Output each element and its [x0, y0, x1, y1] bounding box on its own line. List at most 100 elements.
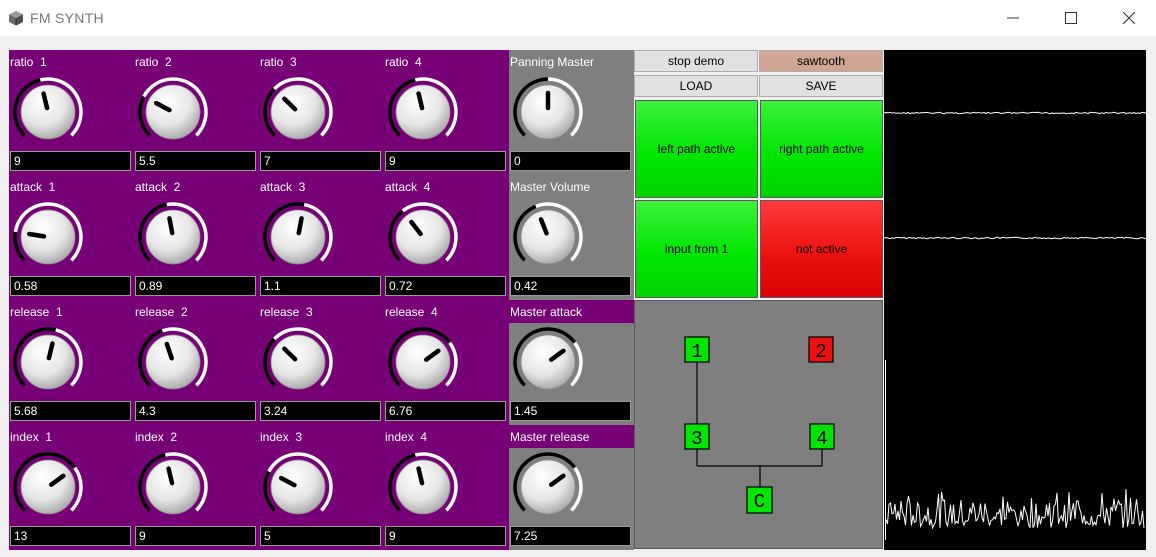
ratio-4-value-field[interactable]: 9 [385, 151, 506, 171]
master-release-label: Master release [510, 430, 590, 444]
routing-matrix: 1 2 3 4 C [634, 300, 883, 549]
ratio-3-knob[interactable] [262, 76, 334, 148]
release-2-knob[interactable] [137, 326, 209, 398]
release-4-control: release 4 6.76 [384, 300, 509, 425]
routing-diagram: 1 2 3 4 C [684, 336, 835, 514]
attack-3-control: attack 3 1.1 [259, 175, 384, 300]
index-4-value-field[interactable]: 9 [385, 526, 506, 546]
release-3-value-field[interactable]: 3.24 [260, 401, 381, 421]
ratio-1-control: ratio 1 9 [9, 50, 134, 175]
title-bar: FM SYNTH [0, 0, 1156, 36]
attack-2-knob[interactable] [137, 201, 209, 273]
release-1-label: release 1 [10, 305, 63, 319]
release-2-value-field[interactable]: 4.3 [135, 401, 256, 421]
index-4-knob[interactable] [387, 451, 459, 523]
load-button[interactable]: LOAD [634, 75, 758, 97]
maximize-button[interactable] [1042, 0, 1100, 36]
release-1-knob[interactable] [12, 326, 84, 398]
release-1-control: release 1 5.68 [9, 300, 134, 425]
index-1-value-field[interactable]: 13 [10, 526, 131, 546]
index-3-value-field[interactable]: 5 [260, 526, 381, 546]
routing-node-4[interactable]: 4 [809, 423, 835, 450]
attack-4-value-field[interactable]: 0.72 [385, 276, 506, 296]
routing-node-carrier[interactable]: C [746, 486, 773, 514]
index-2-label: index 2 [135, 430, 178, 444]
release-3-control: release 3 3.24 [259, 300, 384, 425]
minimize-button[interactable] [984, 0, 1042, 36]
release-4-knob[interactable] [387, 326, 459, 398]
index-2-value-field[interactable]: 9 [135, 526, 256, 546]
ratio-1-value-field[interactable]: 9 [10, 151, 131, 171]
synth-panel: ratio 1 9 ratio 2 5.5 ratio 3 7 ratio 4 9 Pannin… [0, 36, 1156, 557]
attack-1-knob[interactable] [12, 201, 84, 273]
routing-node-1[interactable]: 1 [684, 336, 710, 363]
master-volume-control: Master Volume 0.42 [509, 175, 634, 300]
panning-master-label: Panning Master [510, 55, 595, 69]
svg-text:3: 3 [691, 428, 702, 450]
index-1-control: index 1 13 [9, 425, 134, 550]
attack-2-label: attack 2 [135, 180, 181, 194]
ratio-3-value-field[interactable]: 7 [260, 151, 381, 171]
index-1-knob[interactable] [12, 451, 84, 523]
release-2-label: release 2 [135, 305, 188, 319]
attack-1-value-field[interactable]: 0.58 [10, 276, 131, 296]
svg-text:2: 2 [815, 341, 826, 363]
ratio-2-knob[interactable] [137, 76, 209, 148]
ratio-4-knob[interactable] [387, 76, 459, 148]
stop-demo-button[interactable]: stop demo [634, 50, 758, 72]
attack-4-knob[interactable] [387, 201, 459, 273]
master-attack-knob[interactable] [512, 326, 584, 398]
attack-3-knob[interactable] [262, 201, 334, 273]
input-source-toggle[interactable]: input from 1 [635, 200, 758, 298]
attack-1-control: attack 1 0.58 [9, 175, 134, 300]
master-release-knob[interactable] [512, 451, 584, 523]
index-2-control: index 2 9 [134, 425, 259, 550]
master-volume-label: Master Volume [510, 180, 591, 194]
release-4-value-field[interactable]: 6.76 [385, 401, 506, 421]
ratio-4-label: ratio 4 [385, 55, 422, 69]
routing-node-3[interactable]: 3 [684, 423, 710, 450]
index-3-knob[interactable] [262, 451, 334, 523]
scope-trace [883, 111, 1147, 115]
ratio-1-knob[interactable] [12, 76, 84, 148]
index-4-control: index 4 9 [384, 425, 509, 550]
release-1-value-field[interactable]: 5.68 [10, 401, 131, 421]
panning-master-knob[interactable] [512, 76, 584, 148]
scope-trace [883, 236, 1147, 240]
index-2-knob[interactable] [137, 451, 209, 523]
attack-3-label: attack 3 [260, 180, 306, 194]
master-attack-value-field[interactable]: 1.45 [510, 401, 631, 421]
index-4-label: index 4 [385, 430, 428, 444]
release-2-control: release 2 4.3 [134, 300, 259, 425]
close-button[interactable] [1100, 0, 1156, 36]
master-attack-label: Master attack [510, 305, 583, 319]
window-title: FM SYNTH [30, 10, 104, 26]
minimize-icon [1007, 17, 1019, 19]
svg-text:C: C [754, 491, 765, 513]
inactive-path-toggle[interactable]: not active [760, 200, 883, 298]
right-path-toggle[interactable]: right path active [760, 100, 883, 198]
panning-master-value-field[interactable]: 0 [510, 151, 631, 171]
left-path-toggle[interactable]: left path active [635, 100, 758, 198]
attack-3-value-field[interactable]: 1.1 [260, 276, 381, 296]
close-icon [1123, 12, 1135, 24]
attack-2-value-field[interactable]: 0.89 [135, 276, 256, 296]
ratio-3-label: ratio 3 [260, 55, 297, 69]
routing-node-2[interactable]: 2 [808, 336, 834, 363]
master-release-value-field[interactable]: 7.25 [510, 526, 631, 546]
svg-text:4: 4 [816, 428, 827, 450]
ratio-1-label: ratio 1 [10, 55, 47, 69]
master-volume-value-field[interactable]: 0.42 [510, 276, 631, 296]
master-volume-knob[interactable] [512, 201, 584, 273]
waveform-button[interactable]: sawtooth [759, 50, 883, 72]
index-1-label: index 1 [10, 430, 53, 444]
attack-1-label: attack 1 [10, 180, 56, 194]
master-release-control: Master release 7.25 [509, 425, 634, 550]
ratio-2-value-field[interactable]: 5.5 [135, 151, 256, 171]
svg-text:1: 1 [691, 341, 702, 363]
save-button[interactable]: SAVE [759, 75, 883, 97]
attack-2-control: attack 2 0.89 [134, 175, 259, 300]
index-3-control: index 3 5 [259, 425, 384, 550]
ratio-3-control: ratio 3 7 [259, 50, 384, 175]
release-3-knob[interactable] [262, 326, 334, 398]
